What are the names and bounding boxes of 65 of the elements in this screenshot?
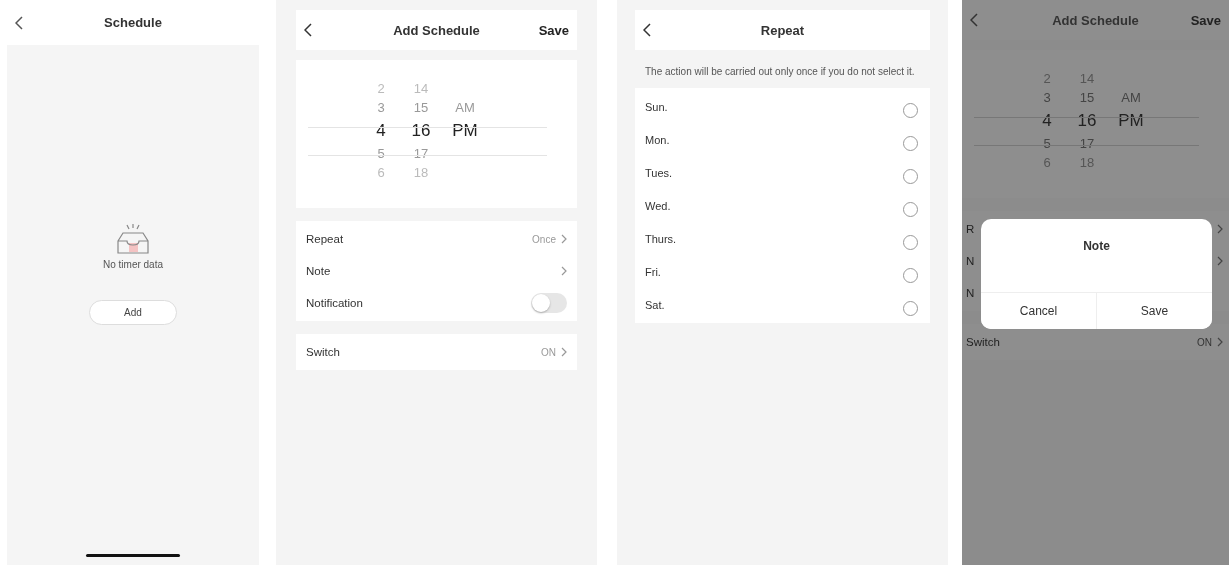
picker-value: 15 [1079, 89, 1095, 107]
picker-value: 5 [377, 145, 385, 163]
add-button[interactable]: Add [89, 300, 177, 325]
chevron-icon[interactable] [561, 266, 567, 276]
screen-title: Schedule [104, 15, 162, 30]
picker-value: 15 [413, 99, 429, 117]
setting-value: ON [541, 346, 556, 358]
picker-value: 3 [1043, 89, 1051, 107]
day-label: Mon. [645, 133, 670, 146]
day-label: Sun. [645, 100, 668, 113]
hint-text: The action will be carried out only once if you do not select it. [644, 65, 916, 79]
setting-label: R [966, 223, 975, 235]
setting-label: Repeat [306, 233, 344, 245]
chevron-icon[interactable] [561, 234, 567, 244]
dialog-title: Note [1083, 239, 1110, 253]
save-button[interactable]: Save [536, 20, 571, 40]
day-label: Sat. [645, 298, 665, 311]
back-icon[interactable] [643, 23, 651, 37]
day-label: Fri. [645, 265, 661, 278]
setting-value: Once [532, 233, 556, 245]
day-option[interactable]: Tues. [635, 156, 930, 189]
setting-value: ON [1197, 336, 1212, 348]
picker-value: 2 [1043, 70, 1051, 88]
empty-message: No timer data [103, 259, 163, 270]
picker-value: 14 [1079, 70, 1095, 88]
day-label: Wed. [645, 199, 671, 212]
picker-value: 6 [1043, 154, 1051, 172]
empty-inbox-icon [115, 223, 151, 257]
chevron-icon[interactable] [1217, 256, 1223, 266]
save-button[interactable]: Save [1096, 293, 1212, 329]
picker-value: 5 [1043, 135, 1051, 153]
picker-value: 14 [413, 80, 429, 98]
day-label: Tues. [645, 166, 673, 179]
day-option[interactable]: Sat. [635, 288, 930, 321]
chevron-icon[interactable] [1217, 224, 1223, 234]
setting-label: N [966, 255, 975, 267]
picker-value: 18 [413, 164, 429, 182]
day-option[interactable]: Wed. [635, 189, 930, 222]
screen-title: Add Schedule [1052, 12, 1139, 28]
picker-value: 6 [377, 164, 385, 182]
screen-title: Repeat [760, 22, 805, 38]
day-option[interactable]: Fri. [635, 255, 930, 288]
picker-value: 18 [1079, 154, 1095, 172]
setting-label: Switch [966, 336, 1000, 348]
picker-value: 3 [377, 99, 385, 117]
picker-value: AM [455, 99, 475, 117]
screen-title: Add Schedule [393, 22, 480, 38]
save-button[interactable]: Save [1188, 10, 1223, 30]
picker-value: 16 [411, 120, 431, 142]
chevron-icon[interactable] [1217, 337, 1223, 347]
picker-value: 2 [377, 80, 385, 98]
day-label: Thurs. [645, 232, 677, 245]
setting-label: Note [306, 265, 331, 277]
notification-toggle[interactable] [531, 293, 567, 313]
back-icon[interactable] [15, 15, 23, 30]
setting-label: Switch [306, 346, 340, 358]
chevron-icon[interactable] [561, 347, 567, 357]
picker-value: AM [1121, 89, 1141, 107]
setting-label: Notification [306, 297, 363, 309]
day-option[interactable]: Thurs. [635, 222, 930, 255]
back-icon[interactable] [304, 23, 312, 37]
day-option[interactable]: Mon. [635, 123, 930, 156]
picker-value: 16 [1077, 110, 1097, 132]
setting-label: N [966, 287, 975, 299]
day-option[interactable]: Sun. [635, 90, 930, 123]
